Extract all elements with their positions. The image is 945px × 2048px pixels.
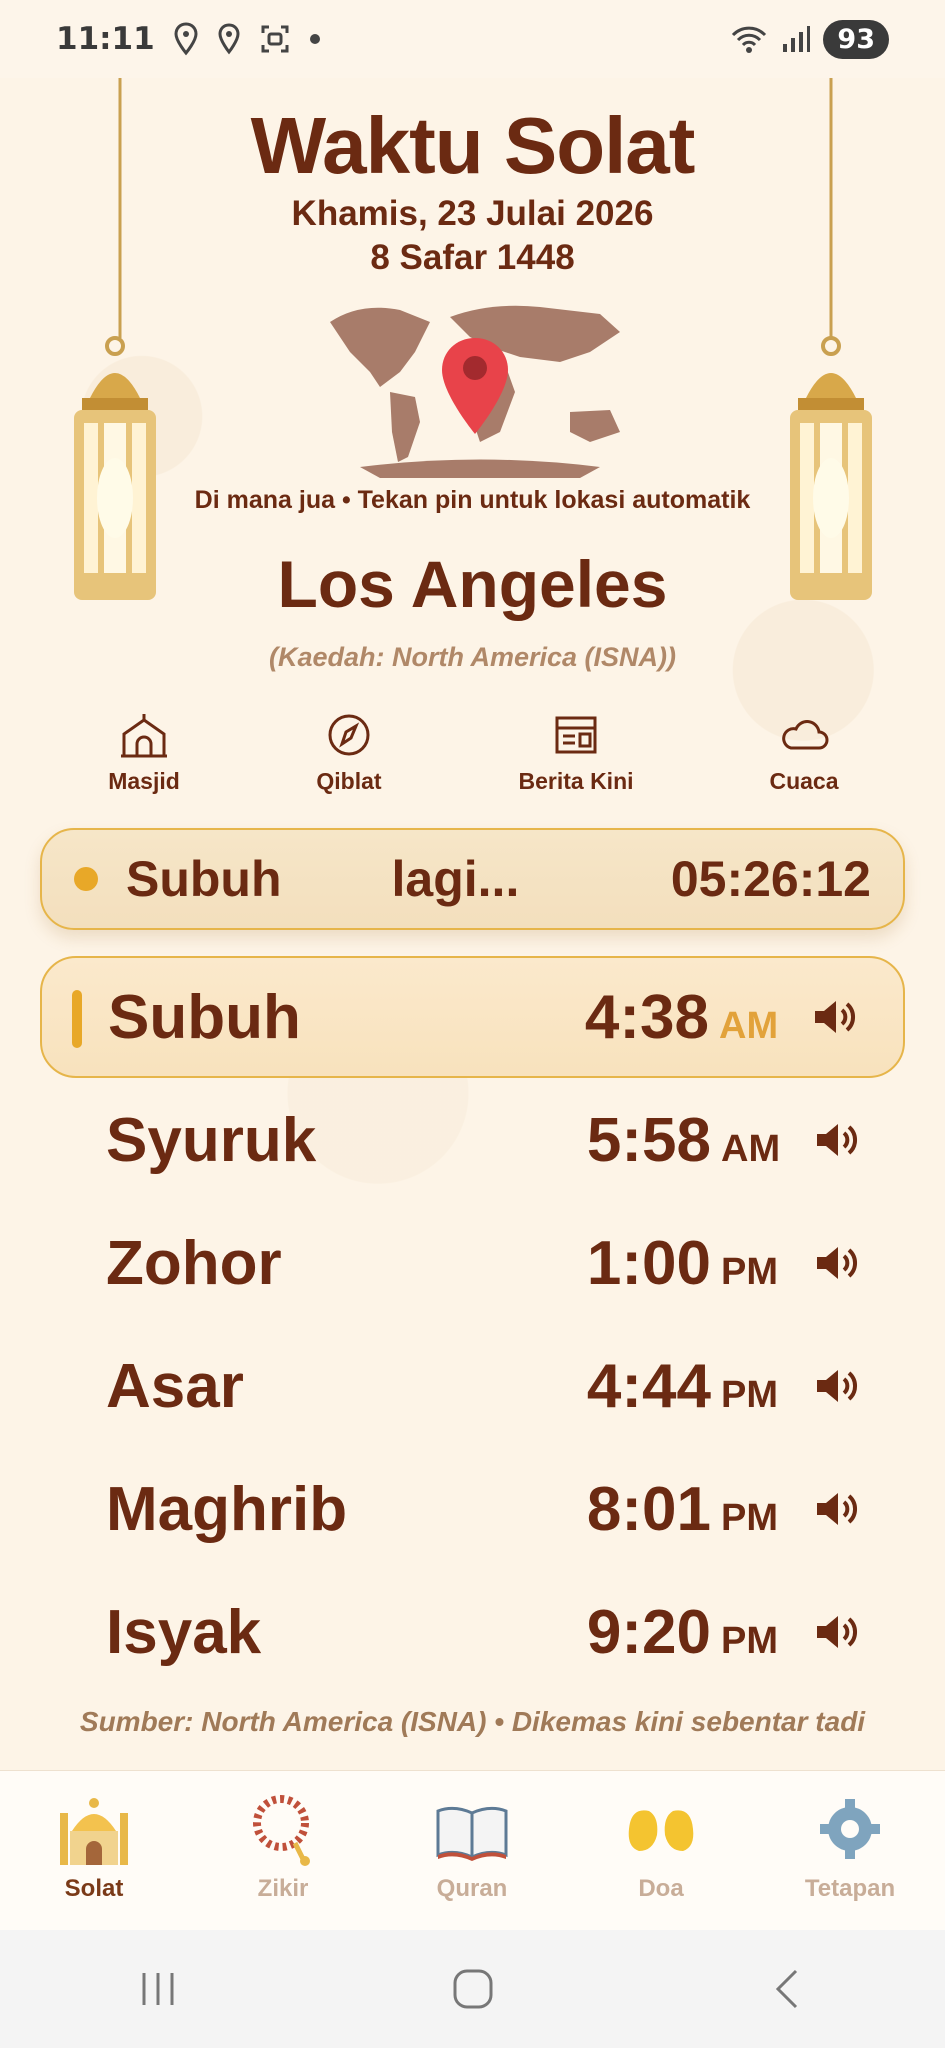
prayer-ampm: PM bbox=[721, 1496, 778, 1539]
compass-icon bbox=[328, 714, 370, 756]
recent-apps-icon bbox=[142, 1973, 173, 2005]
countdown-label: lagi... bbox=[391, 851, 520, 907]
prayer-ampm: AM bbox=[721, 1127, 781, 1170]
nav-tetapan[interactable]: Tetapan bbox=[770, 1789, 930, 1903]
location-icon bbox=[218, 23, 240, 55]
prayer-row-syuruk[interactable]: Syuruk 5:58 AM bbox=[40, 1079, 905, 1201]
system-nav-bar bbox=[0, 1930, 945, 2048]
speaker-icon[interactable] bbox=[813, 1242, 859, 1284]
screenshot-icon bbox=[261, 25, 289, 53]
quick-label: Masjid bbox=[108, 768, 180, 794]
city-name: Los Angeles bbox=[277, 547, 668, 621]
wifi-icon bbox=[732, 26, 767, 53]
page-title: Waktu Solat bbox=[250, 101, 696, 190]
prayer-time: 8:01 bbox=[586, 1474, 711, 1544]
location-hint: Di mana jua • Tekan pin untuk lokasi aut… bbox=[194, 486, 751, 514]
gregorian-date: Khamis, 23 Julai 2026 bbox=[291, 194, 654, 233]
prayer-name: Subuh bbox=[108, 982, 301, 1052]
location-pin-icon[interactable] bbox=[438, 336, 512, 436]
countdown-dot bbox=[74, 867, 98, 891]
berita-kini-button[interactable]: Berita Kini bbox=[486, 712, 666, 795]
prayer-ampm: PM bbox=[721, 1250, 778, 1293]
mosque-icon bbox=[121, 714, 167, 758]
nav-doa[interactable]: Doa bbox=[581, 1789, 741, 1903]
prayer-ampm: PM bbox=[721, 1619, 778, 1662]
next-prayer-countdown[interactable]: Subuh lagi... 05:26:12 bbox=[40, 828, 905, 930]
back-button[interactable] bbox=[758, 1959, 818, 2019]
prayer-name: Syuruk bbox=[106, 1105, 317, 1175]
prayer-row-subuh[interactable]: Subuh 4:38 AM bbox=[40, 956, 905, 1078]
prayer-time: 9:20 bbox=[586, 1597, 711, 1667]
prayer-ampm: PM bbox=[721, 1373, 778, 1416]
mosque-icon bbox=[60, 1798, 128, 1865]
bottom-nav: Solat Zikir Quran Doa Tetapan bbox=[0, 1770, 945, 1930]
praying-hands-icon bbox=[628, 1810, 694, 1851]
battery-indicator: 93 bbox=[823, 19, 889, 59]
nav-solat[interactable]: Solat bbox=[14, 1789, 174, 1903]
speaker-icon[interactable] bbox=[813, 1611, 859, 1653]
prayer-time: 5:58 bbox=[586, 1105, 711, 1175]
masjid-button[interactable]: Masjid bbox=[54, 712, 234, 795]
status-time: 11:11 bbox=[56, 21, 155, 57]
recent-apps-button[interactable] bbox=[128, 1959, 188, 2019]
prayer-row-maghrib[interactable]: Maghrib 8:01 PM bbox=[40, 1448, 905, 1570]
nav-label: Zikir bbox=[257, 1875, 309, 1902]
hijri-date: 8 Safar 1448 bbox=[370, 238, 575, 277]
status-bar: 11:11 93 bbox=[0, 0, 945, 78]
nav-label: Solat bbox=[64, 1875, 124, 1902]
quick-label: Qiblat bbox=[316, 768, 382, 794]
prayer-name: Zohor bbox=[106, 1228, 282, 1298]
speaker-icon[interactable] bbox=[813, 1119, 859, 1161]
nav-zikir[interactable]: Zikir bbox=[203, 1789, 363, 1903]
newspaper-icon bbox=[555, 716, 597, 754]
speaker-icon[interactable] bbox=[813, 1488, 859, 1530]
notification-dot-icon bbox=[309, 34, 320, 44]
prayer-time: 1:00 bbox=[586, 1228, 711, 1298]
world-map[interactable] bbox=[320, 292, 640, 484]
prayer-beads-icon bbox=[253, 1795, 310, 1866]
nav-quran[interactable]: Quran bbox=[392, 1789, 552, 1903]
home-button[interactable] bbox=[443, 1959, 503, 2019]
cloud-icon bbox=[782, 720, 829, 750]
cuaca-button[interactable]: Cuaca bbox=[714, 712, 894, 795]
nav-label: Quran bbox=[436, 1875, 508, 1902]
prayer-row-isyak[interactable]: Isyak 9:20 PM bbox=[40, 1571, 905, 1693]
speaker-icon[interactable] bbox=[811, 996, 857, 1038]
quick-label: Berita Kini bbox=[518, 768, 634, 794]
countdown-remaining: 05:26:12 bbox=[670, 851, 871, 907]
source-note: Sumber: North America (ISNA) • Dikemas k… bbox=[79, 1706, 866, 1737]
gear-icon bbox=[820, 1799, 880, 1859]
prayer-ampm: AM bbox=[719, 1004, 779, 1047]
countdown-prayer-name: Subuh bbox=[126, 851, 282, 907]
calculation-method: (Kaedah: North America (ISNA)) bbox=[268, 642, 677, 672]
prayer-row-asar[interactable]: Asar 4:44 PM bbox=[40, 1325, 905, 1447]
prayer-name: Maghrib bbox=[106, 1474, 348, 1544]
location-outline-icon bbox=[174, 22, 198, 56]
signal-icon bbox=[783, 26, 811, 52]
quick-label: Cuaca bbox=[769, 768, 839, 794]
prayer-row-zohor[interactable]: Zohor 1:00 PM bbox=[40, 1202, 905, 1324]
open-book-icon bbox=[436, 1806, 508, 1861]
prayer-name: Asar bbox=[106, 1351, 244, 1421]
prayer-time: 4:44 bbox=[586, 1351, 711, 1421]
prayer-name: Isyak bbox=[106, 1597, 262, 1667]
qiblat-button[interactable]: Qiblat bbox=[259, 712, 439, 795]
quick-actions: Masjid Qiblat Berita Kini Cuaca bbox=[0, 712, 945, 812]
prayer-time: 4:38 bbox=[584, 982, 709, 1052]
nav-label: Tetapan bbox=[804, 1875, 896, 1902]
active-indicator bbox=[72, 990, 82, 1048]
home-icon bbox=[453, 1969, 492, 2009]
back-icon bbox=[775, 1969, 797, 2009]
nav-label: Doa bbox=[638, 1875, 684, 1902]
speaker-icon[interactable] bbox=[813, 1365, 859, 1407]
